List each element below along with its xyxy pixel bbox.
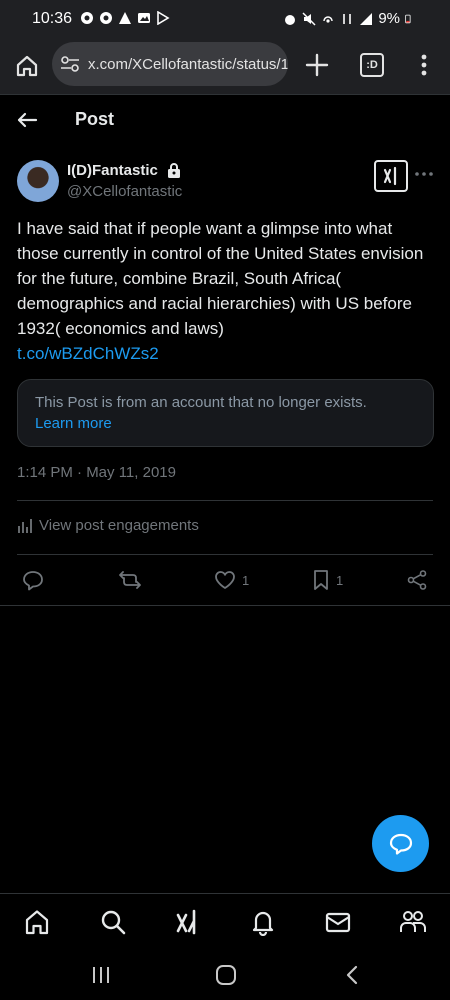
more-vert-icon[interactable] [416,52,432,78]
communities-icon[interactable] [399,908,427,936]
browser-toolbar: x.com/XCellofantastic/status/1 :D [0,38,450,95]
bookmark-button[interactable]: 1 [312,569,343,591]
post-text: I have said that if people want a glimps… [17,216,437,366]
home-icon[interactable] [13,52,41,80]
battery-icon [405,14,411,23]
status-bar: 10:36 9% [0,0,450,38]
mute-icon [302,11,316,26]
post-header: Post [0,95,450,143]
learn-more-link[interactable]: Learn more [35,415,112,432]
repost-button[interactable] [118,569,142,591]
post-timestamp[interactable]: 1:14 PM · May 11, 2019 [17,464,176,481]
alarm-icon [285,14,296,25]
display-name[interactable]: I(D)Fantastic [67,162,158,179]
grok-icon [383,166,397,186]
signal-icon [360,12,373,25]
gear-icon [81,12,93,24]
chat-bubble-icon [389,833,412,855]
grok-icon[interactable] [174,908,202,936]
view-engagements-link[interactable]: View post engagements [17,517,199,534]
system-navigation [0,950,450,1000]
warning-icon [119,12,131,24]
bookmark-count: 1 [336,572,344,588]
home-icon[interactable] [23,908,51,936]
back-icon[interactable] [340,964,364,986]
url-text[interactable]: x.com/XCellofantastic/status/1 [88,56,288,73]
heart-icon [215,571,235,589]
data-icon [343,13,352,24]
share-button[interactable] [406,569,428,591]
play-store-icon [157,11,170,25]
engagements-label: View post engagements [39,517,199,534]
like-count: 1 [242,572,250,588]
divider [17,554,433,555]
user-handle[interactable]: @XCellofantastic [67,183,182,200]
repost-icon [119,571,141,589]
post-link[interactable]: t.co/wBZdChWZs2 [17,344,159,363]
tab-switcher-button[interactable]: :D [360,53,384,77]
chrome-icon [100,12,112,24]
site-settings-icon[interactable] [60,56,80,72]
status-time: 10:36 [32,10,73,27]
messages-fab[interactable] [372,815,429,872]
lock-icon [168,163,180,178]
mail-icon[interactable] [324,908,352,936]
image-icon [138,13,150,23]
analytics-icon [18,518,32,533]
hotspot-icon [323,15,334,23]
divider [0,605,450,606]
post-actions: 1 1 [0,563,450,597]
reply-icon [23,571,43,591]
page-title: Post [75,109,115,129]
notice-text: This Post is from an account that no lon… [35,394,367,411]
back-arrow-icon[interactable] [16,109,38,131]
reply-button[interactable] [22,569,44,591]
new-tab-icon[interactable] [304,52,330,78]
bookmark-icon [314,570,328,590]
grok-button[interactable] [374,160,408,192]
system-status: 9% [283,10,414,27]
home-button-icon[interactable] [214,964,238,986]
recent-apps-icon[interactable] [89,964,113,986]
more-horiz-icon[interactable] [414,166,434,182]
bottom-nav [0,893,450,950]
divider [17,500,433,501]
address-bar[interactable]: x.com/XCellofantastic/status/1 [52,42,288,86]
battery-percent: 9% [378,10,400,27]
unavailable-post-card: This Post is from an account that no lon… [17,379,434,447]
notification-icons [80,11,170,25]
share-icon [407,570,427,590]
bell-icon[interactable] [249,908,277,936]
post-body: I have said that if people want a glimps… [17,219,424,338]
like-button[interactable]: 1 [214,569,249,591]
avatar[interactable] [17,160,59,202]
search-icon[interactable] [99,908,127,936]
